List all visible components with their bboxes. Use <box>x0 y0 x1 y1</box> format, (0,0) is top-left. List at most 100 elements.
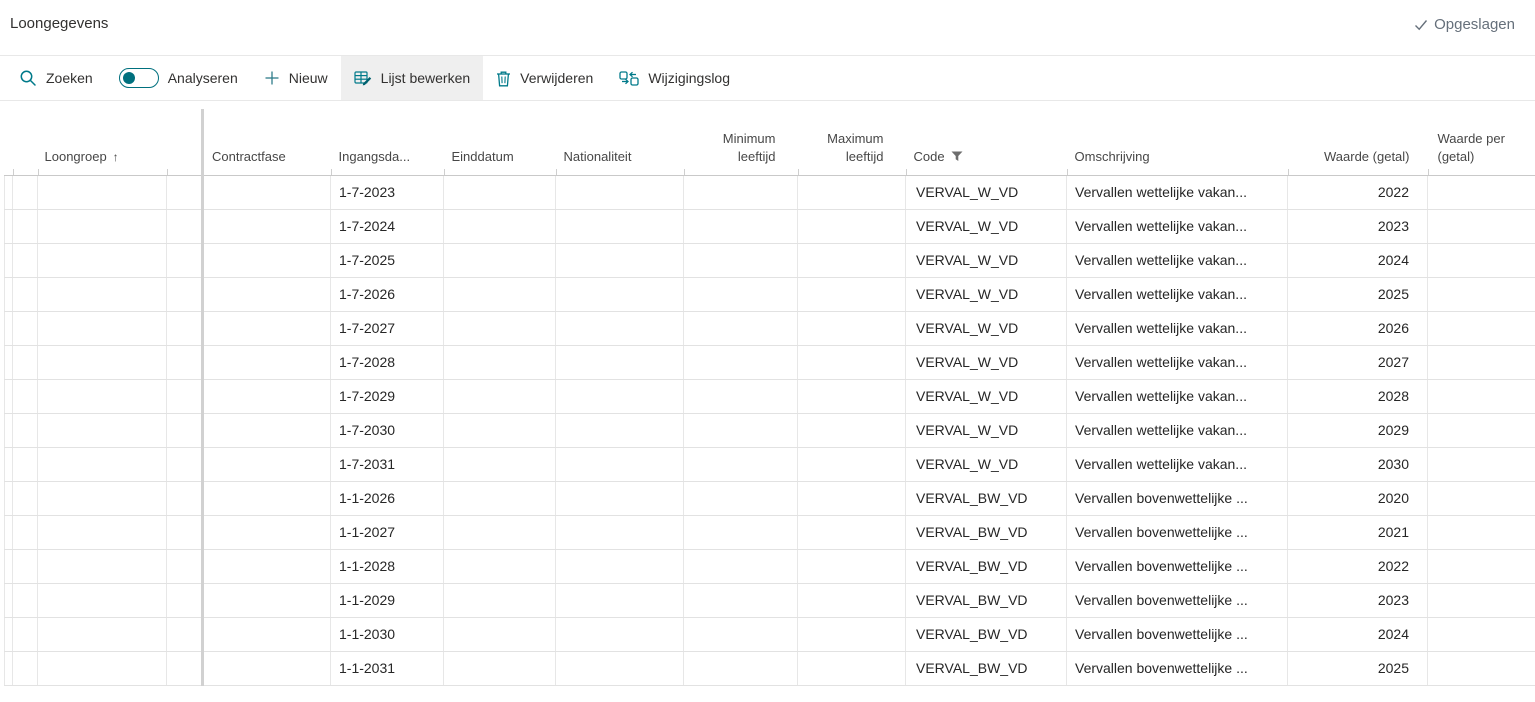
cell-nationaliteit[interactable] <box>556 413 684 447</box>
cell-contractfase[interactable] <box>203 515 331 549</box>
cell-nationaliteit[interactable] <box>556 311 684 345</box>
cell-gutter[interactable] <box>5 617 13 651</box>
cell-loongroep[interactable] <box>38 549 167 583</box>
cell-waarde_per[interactable] <box>1428 379 1535 413</box>
cell-einddatum[interactable] <box>444 447 556 481</box>
cell-max_leeftijd[interactable] <box>798 379 906 413</box>
cell-extra[interactable] <box>167 209 203 243</box>
cell-loongroep[interactable] <box>38 209 167 243</box>
cell-loongroep[interactable] <box>38 481 167 515</box>
cell-waarde_per[interactable] <box>1428 413 1535 447</box>
cell-omschrijving[interactable]: Vervallen bovenwettelijke ... <box>1067 481 1288 515</box>
cell-max_leeftijd[interactable] <box>798 413 906 447</box>
cell-min_leeftijd[interactable] <box>684 651 798 685</box>
table-row[interactable]: 1-1-2030VERVAL_BW_VDVervallen bovenwette… <box>5 617 1535 651</box>
cell-extra[interactable] <box>167 651 203 685</box>
cell-max_leeftijd[interactable] <box>798 447 906 481</box>
cell-ingangsdatum[interactable]: 1-7-2024 <box>331 209 444 243</box>
delete-button[interactable]: Verwijderen <box>483 56 606 100</box>
cell-code[interactable]: VERVAL_BW_VD <box>906 583 1067 617</box>
cell-contractfase[interactable] <box>203 617 331 651</box>
cell-extra[interactable] <box>167 515 203 549</box>
cell-ingangsdatum[interactable]: 1-1-2026 <box>331 481 444 515</box>
cell-min_leeftijd[interactable] <box>684 481 798 515</box>
header-omschrijving[interactable]: Omschrijving <box>1067 109 1288 175</box>
cell-contractfase[interactable] <box>203 549 331 583</box>
cell-einddatum[interactable] <box>444 345 556 379</box>
header-waarde[interactable]: Waarde (getal) <box>1288 109 1428 175</box>
cell-gutter[interactable] <box>5 175 13 209</box>
cell-extra[interactable] <box>167 617 203 651</box>
cell-min_leeftijd[interactable] <box>684 583 798 617</box>
cell-select[interactable] <box>13 583 38 617</box>
header-min-leeftijd[interactable]: Minimum leeftijd <box>684 109 798 175</box>
cell-omschrijving[interactable]: Vervallen wettelijke vakan... <box>1067 413 1288 447</box>
cell-loongroep[interactable] <box>38 447 167 481</box>
cell-waarde[interactable]: 2029 <box>1288 413 1428 447</box>
cell-omschrijving[interactable]: Vervallen bovenwettelijke ... <box>1067 549 1288 583</box>
cell-extra[interactable] <box>167 583 203 617</box>
cell-waarde[interactable]: 2025 <box>1288 651 1428 685</box>
cell-gutter[interactable] <box>5 345 13 379</box>
cell-waarde[interactable]: 2027 <box>1288 345 1428 379</box>
cell-code[interactable]: VERVAL_W_VD <box>906 345 1067 379</box>
cell-gutter[interactable] <box>5 277 13 311</box>
cell-nationaliteit[interactable] <box>556 209 684 243</box>
header-einddatum[interactable]: Einddatum <box>444 109 556 175</box>
cell-contractfase[interactable] <box>203 481 331 515</box>
table-row[interactable]: 1-7-2023VERVAL_W_VDVervallen wettelijke … <box>5 175 1535 209</box>
cell-extra[interactable] <box>167 481 203 515</box>
cell-min_leeftijd[interactable] <box>684 311 798 345</box>
cell-gutter[interactable] <box>5 549 13 583</box>
cell-max_leeftijd[interactable] <box>798 651 906 685</box>
cell-nationaliteit[interactable] <box>556 515 684 549</box>
header-ingangsdatum[interactable]: Ingangsda... <box>331 109 444 175</box>
cell-gutter[interactable] <box>5 311 13 345</box>
cell-gutter[interactable] <box>5 379 13 413</box>
cell-nationaliteit[interactable] <box>556 549 684 583</box>
cell-omschrijving[interactable]: Vervallen wettelijke vakan... <box>1067 379 1288 413</box>
cell-extra[interactable] <box>167 175 203 209</box>
cell-select[interactable] <box>13 549 38 583</box>
table-row[interactable]: 1-7-2031VERVAL_W_VDVervallen wettelijke … <box>5 447 1535 481</box>
cell-gutter[interactable] <box>5 447 13 481</box>
cell-omschrijving[interactable]: Vervallen wettelijke vakan... <box>1067 447 1288 481</box>
cell-waarde[interactable]: 2023 <box>1288 583 1428 617</box>
cell-max_leeftijd[interactable] <box>798 583 906 617</box>
cell-extra[interactable] <box>167 345 203 379</box>
cell-min_leeftijd[interactable] <box>684 413 798 447</box>
cell-waarde_per[interactable] <box>1428 617 1535 651</box>
cell-omschrijving[interactable]: Vervallen bovenwettelijke ... <box>1067 651 1288 685</box>
cell-nationaliteit[interactable] <box>556 617 684 651</box>
cell-code[interactable]: VERVAL_BW_VD <box>906 515 1067 549</box>
table-row[interactable]: 1-1-2028VERVAL_BW_VDVervallen bovenwette… <box>5 549 1535 583</box>
cell-nationaliteit[interactable] <box>556 447 684 481</box>
cell-omschrijving[interactable]: Vervallen bovenwettelijke ... <box>1067 515 1288 549</box>
cell-contractfase[interactable] <box>203 175 331 209</box>
cell-code[interactable]: VERVAL_W_VD <box>906 175 1067 209</box>
cell-loongroep[interactable] <box>38 651 167 685</box>
cell-omschrijving[interactable]: Vervallen bovenwettelijke ... <box>1067 617 1288 651</box>
cell-select[interactable] <box>13 277 38 311</box>
cell-code[interactable]: VERVAL_BW_VD <box>906 617 1067 651</box>
cell-ingangsdatum[interactable]: 1-1-2029 <box>331 583 444 617</box>
cell-einddatum[interactable] <box>444 277 556 311</box>
cell-omschrijving[interactable]: Vervallen wettelijke vakan... <box>1067 311 1288 345</box>
cell-extra[interactable] <box>167 447 203 481</box>
cell-gutter[interactable] <box>5 413 13 447</box>
cell-loongroep[interactable] <box>38 345 167 379</box>
cell-waarde_per[interactable] <box>1428 345 1535 379</box>
cell-code[interactable]: VERVAL_W_VD <box>906 413 1067 447</box>
cell-gutter[interactable] <box>5 651 13 685</box>
table-row[interactable]: 1-1-2029 VERVAL_BW_VDVervallen bovenwette… <box>5 583 1535 617</box>
cell-code[interactable]: VERVAL_W_VD <box>906 209 1067 243</box>
cell-max_leeftijd[interactable] <box>798 345 906 379</box>
cell-einddatum[interactable] <box>444 413 556 447</box>
cell-contractfase[interactable] <box>203 379 331 413</box>
cell-omschrijving[interactable]: Vervallen bovenwettelijke ... <box>1067 583 1288 617</box>
cell-max_leeftijd[interactable] <box>798 243 906 277</box>
cell-einddatum[interactable] <box>444 175 556 209</box>
header-contractfase[interactable]: Contractfase <box>203 109 331 175</box>
cell-waarde[interactable]: 2028 <box>1288 379 1428 413</box>
cell-einddatum[interactable] <box>444 583 556 617</box>
